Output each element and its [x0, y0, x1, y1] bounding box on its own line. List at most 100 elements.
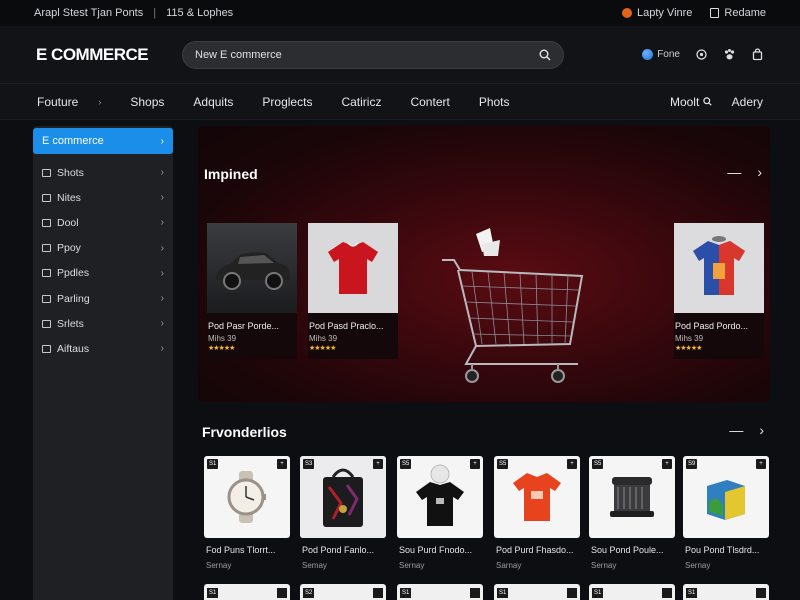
sidebar-item-2[interactable]: Dool › [33, 210, 173, 235]
shopping-cart-illustration [442, 228, 584, 383]
add-button[interactable]: + [756, 459, 766, 469]
product-badge: S1 [207, 459, 219, 469]
chevron-right-icon[interactable]: › [757, 164, 762, 180]
top-left-text: Arapl Stest Tjan Ponts [34, 7, 144, 19]
nav-item-2[interactable]: Adquits [193, 95, 233, 109]
cart-icon[interactable] [750, 48, 764, 62]
product-card-2[interactable]: S5 + [397, 456, 483, 538]
red-shirt-image [308, 223, 398, 313]
add-button[interactable] [756, 588, 766, 598]
category-icon [42, 244, 51, 253]
product-subtitle: Sernay [591, 561, 617, 570]
nav-item-6[interactable]: Phots [479, 95, 510, 109]
product-card-row2[interactable]: S2 [300, 584, 386, 600]
sidebar-item-1[interactable]: Nites › [33, 185, 173, 210]
sidebar-item-0[interactable]: Shots › [33, 160, 173, 185]
product-card-row2[interactable]: S1 [204, 584, 290, 600]
featured-card-1[interactable]: Pod Pasd Praclo... Mihs 39 ★★★★★ [308, 223, 398, 359]
nav-right-account[interactable]: Adery [732, 95, 763, 109]
chevron-right-icon: › [160, 192, 164, 204]
product-card-3[interactable]: S5 + [494, 456, 580, 538]
featured-card-2[interactable]: Pod Pasd Pordo... Mihs 39 ★★★★★ [674, 223, 764, 359]
product-title[interactable]: Pou Pond Tlsdrd... [685, 545, 759, 555]
product-badge: S1 [400, 588, 412, 598]
search-icon[interactable] [539, 49, 551, 61]
minus-icon[interactable]: — [727, 164, 741, 180]
featured-title-text: Pod Pasd Pordo... [675, 321, 749, 331]
sidebar-item-3[interactable]: Ppoy › [33, 236, 173, 261]
sidebar-list: Shots › Nites › Dool › Ppoy › Ppdles › Parlin… [33, 160, 173, 362]
product-subtitle: Sernay [206, 561, 232, 570]
chevron-right-icon: › [160, 267, 164, 279]
nav-item-0[interactable]: Fouture › [37, 95, 101, 109]
product-badge: S1 [207, 588, 219, 598]
sidebar-item-4[interactable]: Ppdles › [33, 261, 173, 286]
sidebar-item-6[interactable]: Srlets › [33, 311, 173, 336]
add-button[interactable] [662, 588, 672, 598]
chevron-right-icon: › [160, 343, 164, 355]
category-icon [42, 193, 51, 202]
add-button[interactable]: + [662, 459, 672, 469]
product-card-4[interactable]: S5 + [589, 456, 675, 538]
featured-title: Impined [204, 166, 258, 182]
product-card-row2[interactable]: S1 [494, 584, 580, 600]
nav-item-5[interactable]: Contert [410, 95, 449, 109]
product-title[interactable]: Pod Pond Fanlo... [302, 545, 374, 555]
product-card-5[interactable]: S9 + [683, 456, 769, 538]
featured-section: Impined — › Pod Pasr Porde... Mihs 39 ★★… [198, 126, 770, 402]
add-button[interactable] [373, 588, 383, 598]
featured-title-text: Pod Pasd Praclo... [309, 321, 384, 331]
settings-icon[interactable] [694, 48, 708, 62]
top-utility-bar: Arapl Stest Tjan Ponts | 115 & Lophes La… [0, 0, 800, 26]
top-link-2[interactable]: Redame [710, 7, 766, 19]
product-title[interactable]: Sou Purd Fnodo... [399, 545, 472, 555]
product-badge: S5 [592, 459, 604, 469]
nav-item-4[interactable]: Catiricz [341, 95, 381, 109]
nav-item-3[interactable]: Proglects [262, 95, 312, 109]
product-card-1[interactable]: S3 + [300, 456, 386, 538]
add-button[interactable]: + [277, 459, 287, 469]
featured-price: Mihs 39 [675, 334, 704, 343]
search-input[interactable] [195, 48, 539, 61]
product-badge: S9 [686, 459, 698, 469]
rating-stars: ★★★★★ [309, 345, 336, 352]
add-button[interactable]: + [567, 459, 577, 469]
add-button[interactable]: + [373, 459, 383, 469]
chevron-right-icon: › [160, 135, 164, 147]
product-badge: S1 [592, 588, 604, 598]
nav-right-more[interactable]: Moolt [670, 95, 712, 109]
product-card-0[interactable]: S1 + [204, 456, 290, 538]
sidebar-item-active[interactable]: E commerce › [33, 128, 173, 154]
sidebar-item-7[interactable]: Aiftaus › [33, 336, 173, 361]
promotions-title: Frvonderlios [202, 424, 287, 440]
search-bar [182, 40, 564, 69]
product-title[interactable]: Fod Puns Tlorrt... [206, 545, 275, 555]
region-selector[interactable]: Fone [642, 48, 680, 60]
featured-card-0[interactable]: Pod Pasr Porde... Mihs 39 ★★★★★ [207, 223, 297, 359]
category-icon [42, 168, 51, 177]
logo[interactable]: E COMMERCE [36, 45, 182, 65]
chevron-right-icon: › [160, 293, 164, 305]
product-card-row2[interactable]: S1 [683, 584, 769, 600]
product-subtitle: Sarnay [496, 561, 522, 570]
add-button[interactable]: + [470, 459, 480, 469]
product-card-row2[interactable]: S1 [397, 584, 483, 600]
product-badge: S3 [303, 459, 315, 469]
add-button[interactable] [470, 588, 480, 598]
add-button[interactable] [277, 588, 287, 598]
paw-icon[interactable] [722, 48, 736, 62]
product-title[interactable]: Sou Pond Poule... [591, 545, 664, 555]
colorful-shirt-image [674, 223, 764, 313]
minus-icon[interactable]: — [729, 422, 743, 438]
chevron-right-icon[interactable]: › [759, 422, 764, 438]
sidebar-item-5[interactable]: Parling › [33, 286, 173, 311]
product-card-row2[interactable]: S1 [589, 584, 675, 600]
category-icon [42, 269, 51, 278]
nav-item-1[interactable]: Shops [130, 95, 164, 109]
chevron-right-icon: › [160, 318, 164, 330]
top-link-1[interactable]: Lapty Vinre [621, 7, 692, 19]
product-badge: S1 [686, 588, 698, 598]
add-button[interactable] [567, 588, 577, 598]
product-badge: S5 [400, 459, 412, 469]
product-title[interactable]: Pod Purd Fhasdo... [496, 545, 574, 555]
